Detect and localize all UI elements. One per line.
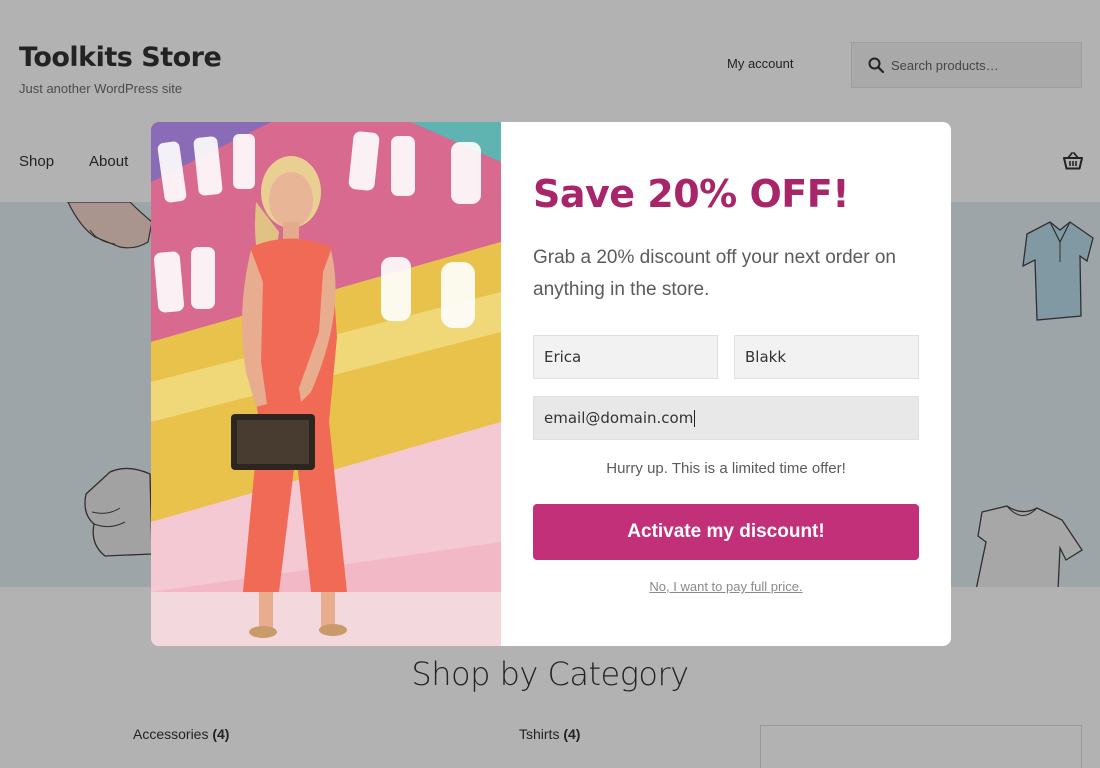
popup-description: Grab a 20% discount off your next order … xyxy=(533,247,896,300)
email-field[interactable]: email@domain.com xyxy=(533,396,919,440)
last-name-value: Blakk xyxy=(745,348,787,366)
first-name-field[interactable]: Erica xyxy=(533,335,718,379)
urgency-text: Hurry up. This is a limited time offer! xyxy=(606,460,846,477)
last-name-field[interactable]: Blakk xyxy=(734,335,919,379)
activate-discount-button[interactable]: Activate my discount! xyxy=(533,504,919,560)
popup-content: Save 20% OFF! Grab a 20% discount off yo… xyxy=(501,122,951,646)
email-value: email@domain.com xyxy=(544,409,694,427)
promo-photo xyxy=(151,122,501,646)
text-cursor xyxy=(694,409,696,427)
discount-popup: Save 20% OFF! Grab a 20% discount off yo… xyxy=(151,122,951,646)
decline-link[interactable]: No, I want to pay full price. xyxy=(533,579,919,594)
first-name-value: Erica xyxy=(544,348,582,366)
popup-title: Save 20% OFF! xyxy=(533,172,850,216)
